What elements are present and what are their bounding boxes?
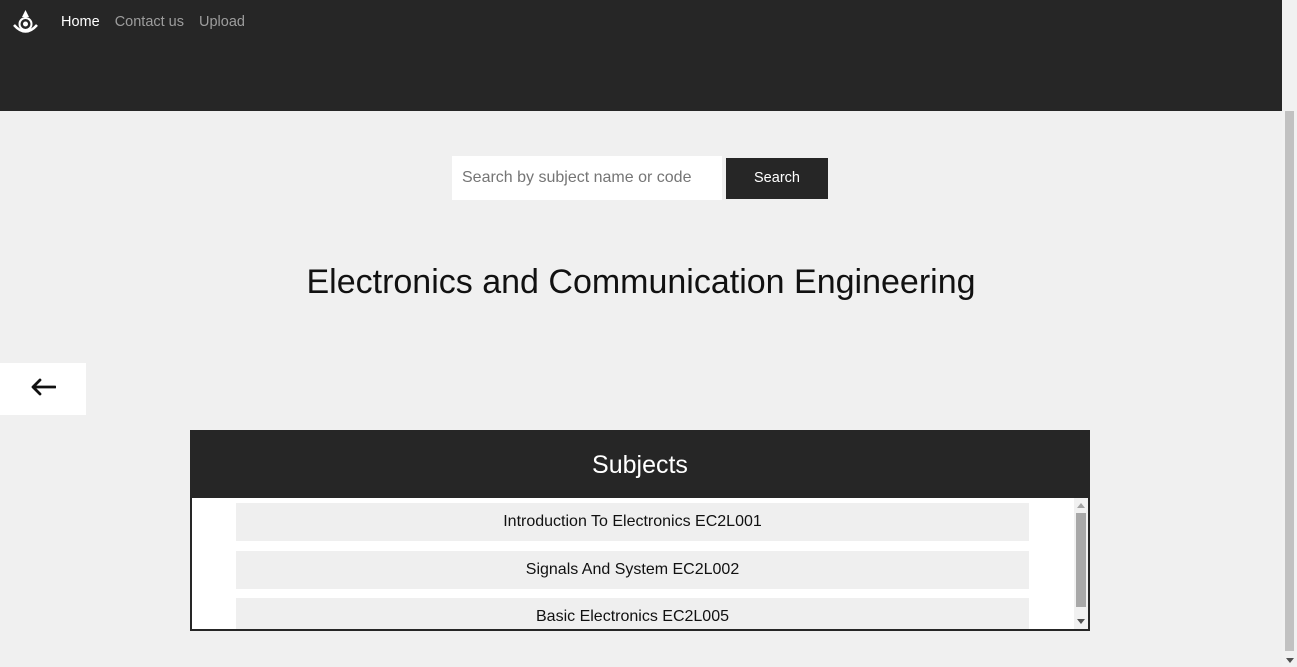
subject-item[interactable]: Signals And System EC2L002 [236, 551, 1029, 589]
nav-link-upload[interactable]: Upload [199, 14, 245, 30]
page-title: Electronics and Communication Engineerin… [306, 263, 976, 301]
search-bar: Search [452, 156, 828, 200]
subjects-header: Subjects [192, 432, 1088, 498]
search-input[interactable] [452, 156, 722, 200]
subjects-list[interactable]: Introduction To Electronics EC2L001 Sign… [192, 498, 1074, 629]
page-scroll-down-icon[interactable] [1286, 658, 1294, 663]
nav-links: Home Contact us Upload [61, 14, 260, 30]
subject-item[interactable]: Basic Electronics EC2L005 [236, 598, 1029, 629]
top-navbar: Home Contact us Upload [0, 0, 1282, 111]
page-scrollbar-thumb[interactable] [1285, 111, 1294, 651]
scroll-up-icon[interactable] [1077, 503, 1085, 508]
subjects-panel: Subjects Introduction To Electronics EC2… [190, 430, 1090, 631]
nav-link-home[interactable]: Home [61, 14, 100, 30]
subjects-scrollbar[interactable] [1074, 498, 1088, 629]
page-scrollbar[interactable] [1282, 0, 1297, 667]
arrow-left-icon [30, 378, 57, 401]
scrollbar-thumb[interactable] [1076, 513, 1086, 607]
search-button[interactable]: Search [726, 157, 828, 199]
nav-link-contact-us[interactable]: Contact us [115, 14, 184, 30]
logo-icon[interactable] [11, 8, 40, 37]
back-button[interactable] [0, 363, 86, 415]
scroll-down-icon[interactable] [1077, 619, 1085, 624]
subject-item[interactable]: Introduction To Electronics EC2L001 [236, 503, 1029, 541]
